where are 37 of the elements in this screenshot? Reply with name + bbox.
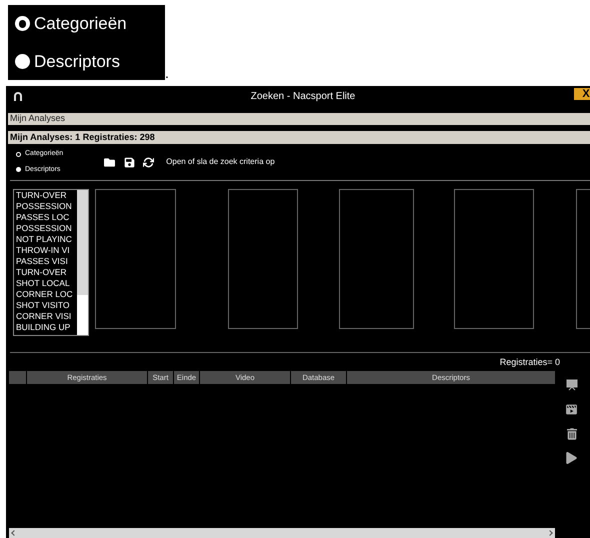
- refresh-icon[interactable]: [143, 156, 154, 168]
- window-title: Zoeken - Nacsport Elite: [250, 90, 356, 104]
- close-button[interactable]: X: [574, 88, 590, 100]
- category-item[interactable]: TURN-OVER: [16, 190, 77, 201]
- category-item[interactable]: NOT PLAYINC: [16, 234, 77, 245]
- summary-text: Mijn Analyses: 1 Registraties: 298: [10, 130, 155, 144]
- horizontal-scrollbar[interactable]: [9, 528, 555, 538]
- save-icon[interactable]: [124, 156, 136, 168]
- radio-button[interactable]: [15, 54, 30, 69]
- category-item[interactable]: SHOT LOCAL: [16, 278, 77, 289]
- category-item[interactable]: PASSES LOC: [16, 212, 77, 223]
- category-item[interactable]: POSSESSION: [16, 201, 77, 212]
- category-item[interactable]: SHOT VISITO: [16, 300, 77, 311]
- clapperboard-icon[interactable]: [565, 403, 578, 416]
- toolbar-hint: Open of sla de zoek criteria op: [166, 156, 275, 168]
- category-item[interactable]: CORNER LOC: [16, 289, 77, 300]
- play-icon[interactable]: [566, 452, 577, 464]
- category-item[interactable]: BUILDING UP: [16, 322, 77, 333]
- category-item[interactable]: CORNER VISI: [16, 311, 77, 322]
- monitor-icon[interactable]: [566, 379, 578, 391]
- folder-icon[interactable]: [103, 156, 116, 168]
- record-count: Registraties= 0: [500, 356, 560, 369]
- scrollbar[interactable]: [77, 190, 88, 335]
- radio-label: Categorieën: [34, 13, 127, 35]
- category-listbox[interactable]: TURN-OVER POSSESSION PASSES LOC POSSESSION NOT PLAYINC THROW-IN VI PASSES VISI TURN-OVER SHOT LOCAL CORNER LOC SHOT VISITO CORNER VISI BUILDING UP: [13, 189, 89, 336]
- category-item[interactable]: POSSESSION: [16, 223, 77, 234]
- trash-icon[interactable]: [566, 428, 576, 440]
- category-item[interactable]: THROW-IN VI: [16, 245, 77, 256]
- radio-button[interactable]: [16, 152, 21, 157]
- radio-button[interactable]: [15, 16, 30, 32]
- category-item[interactable]: TURN-OVER: [16, 267, 77, 278]
- radio-label: Descriptors: [34, 50, 120, 72]
- breadcrumb: Mijn Analyses: [10, 112, 66, 126]
- radio-button[interactable]: [16, 167, 21, 172]
- category-item[interactable]: PASSES VISI: [16, 256, 77, 267]
- period: .: [165, 66, 169, 80]
- app-logo-icon: [12, 90, 24, 102]
